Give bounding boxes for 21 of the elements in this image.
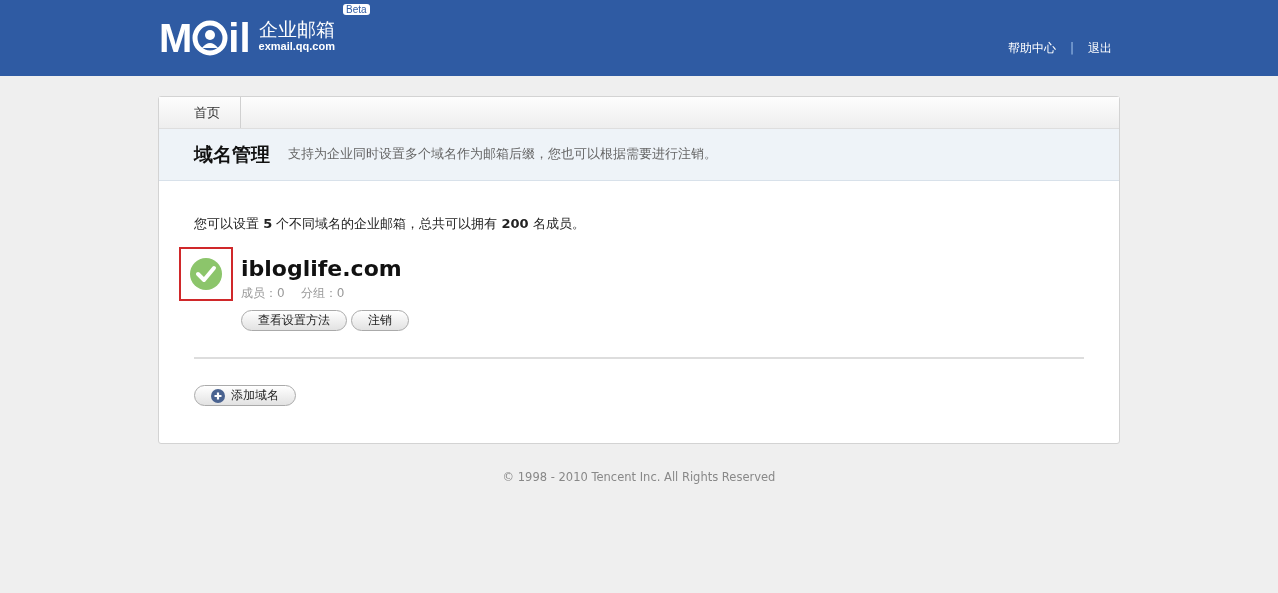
domain-button[interactable]: 查看设置方法	[241, 310, 347, 331]
summary-text: 您可以设置 5 个不同域名的企业邮箱，总共可以拥有 200 名成员。	[194, 215, 586, 233]
logo-icon	[192, 20, 229, 56]
header-link[interactable]: 退出	[1088, 39, 1112, 57]
plus-icon	[211, 388, 225, 403]
breadcrumb-link[interactable]: 首页	[159, 97, 241, 128]
section-description: 支持为企业同时设置多个域名作为邮箱后缀，您也可以根据需要进行注销。	[288, 146, 717, 163]
beta-badge: Beta	[343, 4, 370, 15]
logo-text: il	[228, 18, 251, 58]
copyright-text: © 1998 - 2010 Tencent Inc. All Rights Reserved	[501, 469, 777, 484]
header-link[interactable]: 帮助中心	[1007, 39, 1056, 57]
product-name: 企业邮箱	[258, 18, 335, 40]
add-domain-button[interactable]: 添加域名	[194, 385, 296, 406]
domain-stat: 成员：0	[241, 285, 285, 302]
logo-text: M	[159, 18, 193, 58]
domain-button[interactable]: 注销	[351, 310, 409, 331]
domain-stat: 分组：0	[300, 285, 345, 302]
domain-name: ibloglife.com	[241, 257, 403, 281]
section-title: 域名管理	[194, 141, 270, 167]
link-separator: |	[1069, 41, 1074, 55]
product-domain: exmail.qq.com	[258, 40, 335, 52]
